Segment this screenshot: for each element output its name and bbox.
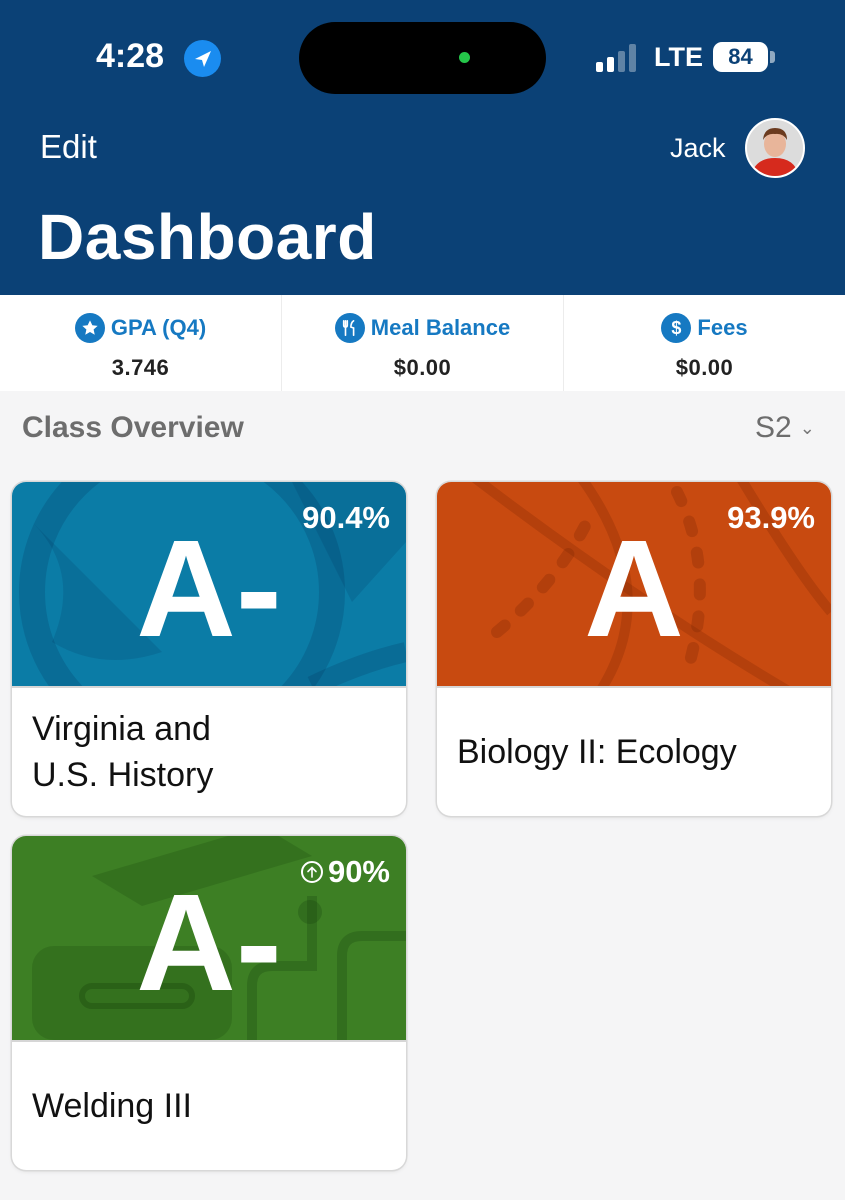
user-name[interactable]: Jack (670, 133, 726, 164)
stat-fees-value: $0.00 (675, 355, 734, 380)
app-header: 4:28 LTE 84 Edit Jack Dashboard (0, 0, 845, 295)
stat-gpa[interactable]: GPA (Q4) 3.746 (0, 295, 282, 391)
stat-gpa-label: GPA (Q4) (110, 315, 207, 340)
class-card-welding[interactable]: 90% A- Welding III (12, 836, 406, 1170)
class-card-history[interactable]: 90.4% A- Virginia and U.S. History (12, 482, 406, 816)
stat-meal-label: Meal Balance (370, 315, 511, 340)
status-time: 4:28 (96, 37, 165, 75)
class-card-footer: Virginia and U.S. History (12, 686, 406, 816)
star-icon (74, 313, 105, 343)
dynamic-island (299, 22, 546, 94)
class-card-biology[interactable]: 93.9% A Biology II: Ecology (437, 482, 831, 816)
class-card-header: 93.9% A (437, 482, 831, 686)
class-card-header: 90.4% A- (12, 482, 406, 686)
class-name: Virginia and U.S. History (32, 706, 213, 798)
network-type: LTE (654, 42, 703, 72)
dollar-icon: $ (661, 313, 692, 343)
term-selector[interactable]: S2 ⌄ (755, 411, 815, 445)
location-arrow-icon (184, 40, 221, 77)
class-overview-title: Class Overview (22, 411, 244, 444)
page-title: Dashboard (38, 201, 377, 273)
stat-gpa-value: 3.746 (111, 355, 170, 380)
class-name: Biology II: Ecology (457, 733, 737, 771)
class-name-line1: Virginia and (32, 710, 211, 748)
class-card-header: 90% A- (12, 836, 406, 1040)
avatar[interactable] (745, 118, 805, 178)
term-value: S2 (755, 411, 792, 444)
stat-fees[interactable]: $ Fees $0.00 (564, 295, 845, 391)
class-grade: A (584, 512, 684, 666)
stat-gpa-label-row: GPA (Q4) (74, 313, 207, 343)
battery-nub (770, 51, 775, 63)
stat-fees-label-row: $ Fees (661, 313, 748, 343)
stat-fees-label: Fees (697, 315, 748, 340)
battery-icon: 84 (713, 42, 768, 72)
camera-indicator-icon (459, 52, 470, 63)
stat-meal-label-row: Meal Balance (334, 313, 511, 343)
chevron-down-icon: ⌄ (799, 417, 815, 438)
class-card-footer: Biology II: Ecology (437, 686, 831, 816)
class-grade: A- (136, 512, 282, 666)
class-name-line2: U.S. History (32, 756, 214, 794)
stats-bar: GPA (Q4) 3.746 Meal Balance $0.00 $ Fees… (0, 295, 845, 391)
edit-button[interactable]: Edit (40, 128, 97, 166)
utensils-icon (334, 313, 365, 343)
stat-meal-value: $0.00 (393, 355, 452, 380)
class-grade: A- (136, 866, 282, 1020)
stat-meal-balance[interactable]: Meal Balance $0.00 (282, 295, 564, 391)
class-card-footer: Welding III (12, 1040, 406, 1170)
class-name: Welding III (32, 1087, 193, 1125)
cellular-signal-icon (596, 42, 640, 72)
